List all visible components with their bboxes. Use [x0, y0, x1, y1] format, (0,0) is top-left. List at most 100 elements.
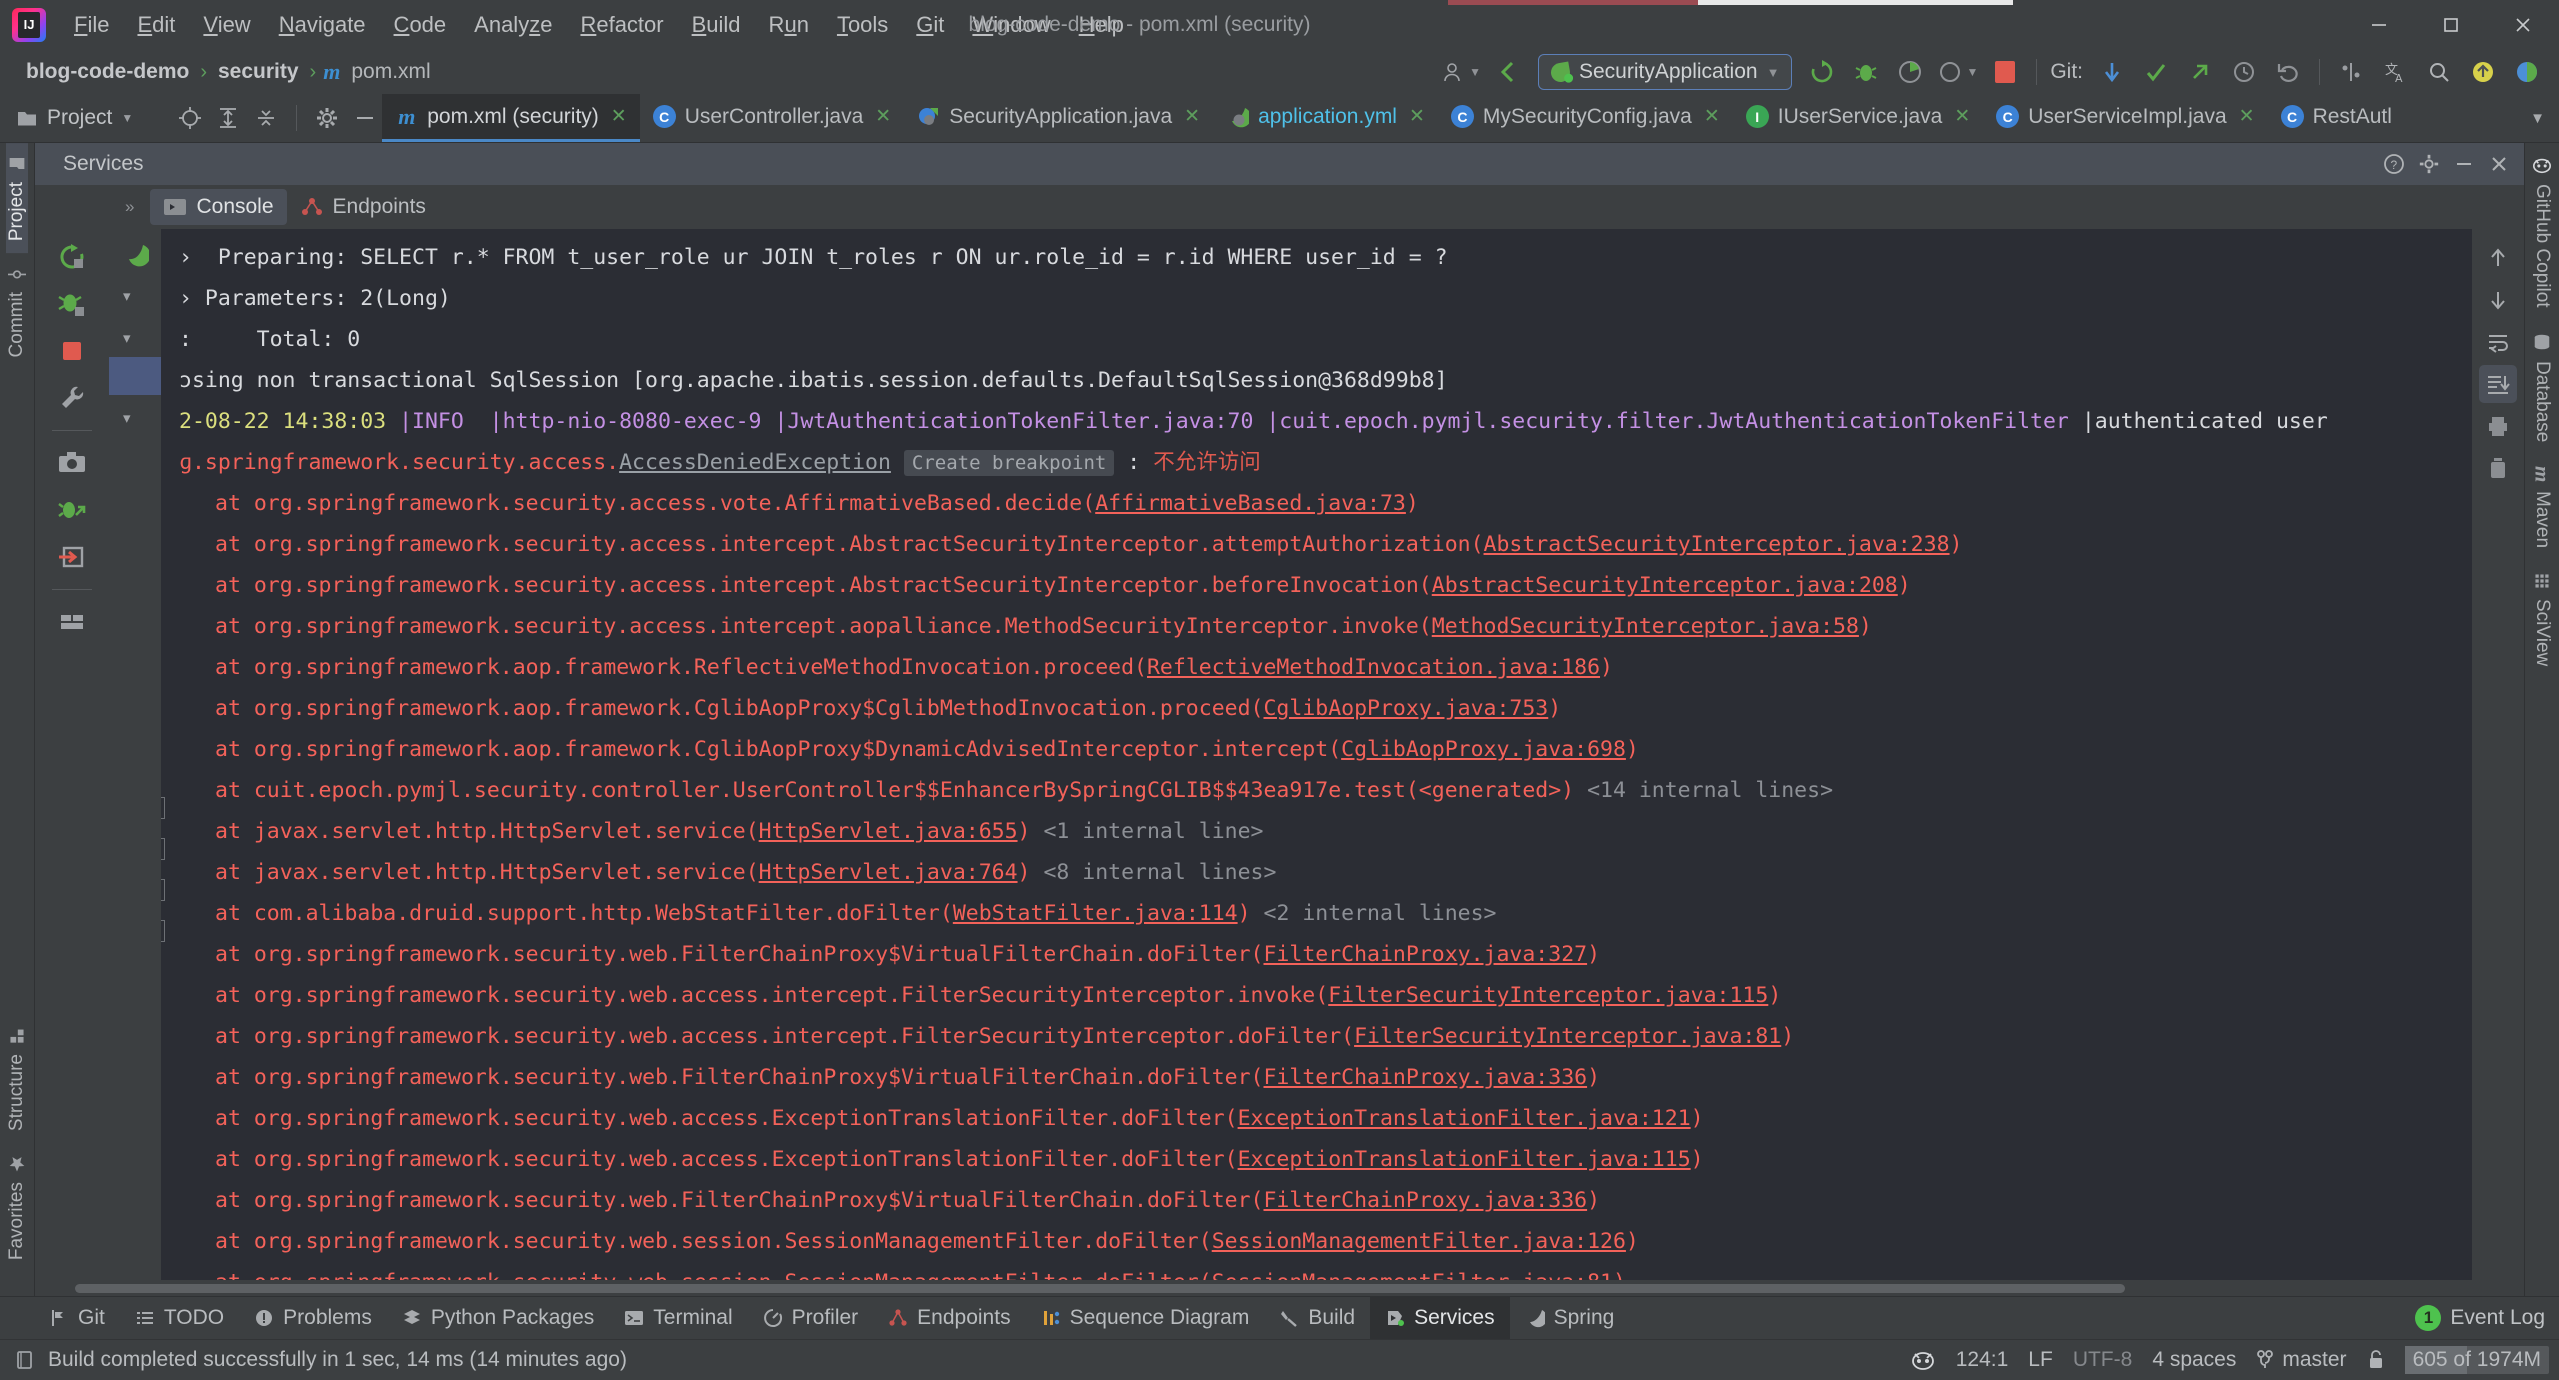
bottom-tab-python-packages[interactable]: Python Packages: [387, 1297, 609, 1339]
fold-expand-icon[interactable]: +: [161, 797, 165, 819]
menu-item-help[interactable]: Help: [1065, 8, 1138, 42]
console-span[interactable]: FilterChainProxy.java:336: [1263, 1188, 1587, 1213]
tree-chevron-icon[interactable]: ▾: [123, 409, 131, 427]
user-avatar-icon[interactable]: ▼: [1437, 54, 1486, 90]
git-rollback-icon[interactable]: [2266, 54, 2310, 90]
stop-button[interactable]: [1983, 54, 2027, 90]
profile-button[interactable]: ▼: [1932, 54, 1983, 90]
close-icon[interactable]: ✕: [611, 105, 627, 128]
close-icon[interactable]: ✕: [1704, 105, 1720, 128]
close-icon[interactable]: ✕: [2239, 105, 2255, 128]
scroll-up-icon[interactable]: [2479, 239, 2517, 277]
menu-item-window[interactable]: Window: [958, 8, 1064, 42]
camera-icon[interactable]: [50, 441, 94, 485]
rerun-icon[interactable]: [50, 235, 94, 279]
console-output-area[interactable]: › Preparing: SELECT r.* FROM t_user_role…: [161, 229, 2472, 1280]
console-span[interactable]: FilterChainProxy.java:327: [1263, 942, 1587, 967]
editor-tab-usercontroller-java[interactable]: C UserController.java ✕: [640, 94, 905, 142]
close-tool-window-icon[interactable]: [2484, 149, 2514, 179]
project-tool-window-button[interactable]: Project ▼: [0, 94, 147, 142]
editor-tab-securityapplication-java[interactable]: SecurityApplication.java ✕: [904, 94, 1213, 142]
menu-item-tools[interactable]: Tools: [823, 8, 902, 42]
sidebar-item-commit[interactable]: Commit: [6, 253, 28, 369]
sidebar-item-sciview[interactable]: SciView: [2531, 560, 2553, 678]
gear-icon[interactable]: [310, 101, 344, 135]
tab-console[interactable]: Console: [150, 189, 287, 225]
git-branch-widget[interactable]: master: [2256, 1348, 2347, 1372]
gear-icon[interactable]: [2505, 54, 2549, 90]
sidebar-item-project[interactable]: Project: [6, 143, 28, 254]
menu-item-analyze[interactable]: Analyze: [460, 8, 566, 42]
console-span[interactable]: AffirmativeBased.java:73: [1095, 491, 1406, 516]
breadcrumb-project[interactable]: blog-code-demo: [22, 58, 193, 86]
breadcrumb-file[interactable]: pom.xml: [347, 58, 434, 86]
menu-item-navigate[interactable]: Navigate: [265, 8, 380, 42]
bottom-tab-todo[interactable]: TODO: [120, 1297, 239, 1339]
bottom-tab-endpoints[interactable]: Endpoints: [873, 1297, 1025, 1339]
close-icon[interactable]: ✕: [1954, 105, 1970, 128]
scroll-to-end-icon[interactable]: [2479, 365, 2517, 403]
gear-icon[interactable]: [2414, 149, 2444, 179]
sidebar-item-maven[interactable]: m Maven: [2530, 454, 2555, 560]
search-everywhere-arrow-icon[interactable]: [1486, 54, 1530, 90]
menu-item-code[interactable]: Code: [380, 8, 461, 42]
console-span[interactable]: AccessDeniedException: [619, 450, 891, 475]
help-icon[interactable]: ?: [2379, 149, 2409, 179]
bottom-tab-problems[interactable]: Problems: [239, 1297, 387, 1339]
git-branches-icon[interactable]: [2329, 54, 2373, 90]
menu-item-git[interactable]: Git: [902, 8, 958, 42]
collapse-all-icon[interactable]: [249, 101, 283, 135]
search-icon[interactable]: [2417, 54, 2461, 90]
git-commit-icon[interactable]: [2134, 54, 2178, 90]
bottom-tab-profiler[interactable]: Profiler: [748, 1297, 874, 1339]
git-history-icon[interactable]: [2222, 54, 2266, 90]
fold-expand-icon[interactable]: +: [161, 920, 165, 942]
rerun-debug-icon[interactable]: [50, 282, 94, 326]
maximize-button[interactable]: [2415, 0, 2487, 50]
console-span[interactable]: AbstractSecurityInterceptor.java:238: [1484, 532, 1950, 557]
debug-button[interactable]: [1844, 54, 1888, 90]
console-span[interactable]: AbstractSecurityInterceptor.java:208: [1432, 573, 1898, 598]
tab-overflow-chevron-icon[interactable]: ▼: [2516, 94, 2559, 142]
breadcrumb-module[interactable]: security: [214, 58, 303, 86]
update-available-icon[interactable]: [2461, 54, 2505, 90]
login-icon[interactable]: [50, 535, 94, 579]
console-span[interactable]: Create breakpoint: [903, 450, 1115, 476]
run-with-coverage-button[interactable]: [1888, 54, 1932, 90]
menu-item-run[interactable]: Run: [755, 8, 823, 42]
bottom-tab-build[interactable]: Build: [1264, 1297, 1370, 1339]
minimize-tool-window-icon[interactable]: [2449, 149, 2479, 179]
bottom-tab-sequence-diagram[interactable]: Sequence Diagram: [1026, 1297, 1265, 1339]
stop-icon[interactable]: [50, 329, 94, 373]
git-push-icon[interactable]: [2178, 54, 2222, 90]
sidebar-item-database[interactable]: Database: [2531, 320, 2553, 454]
copilot-status-icon[interactable]: [1910, 1348, 1936, 1372]
memory-indicator[interactable]: 605 of 1974M: [2404, 1346, 2549, 1374]
rerun-button[interactable]: [1800, 54, 1844, 90]
console-span[interactable]: ExceptionTranslationFilter.java:115: [1238, 1147, 1691, 1172]
console-span[interactable]: SessionManagementFilter.java:126: [1212, 1229, 1626, 1254]
bottom-tab-services[interactable]: Services: [1370, 1297, 1510, 1339]
console-span[interactable]: FilterSecurityInterceptor.java:115: [1328, 983, 1768, 1008]
clear-all-icon[interactable]: [2479, 449, 2517, 487]
console-span[interactable]: CglibAopProxy.java:753: [1263, 696, 1548, 721]
sidebar-item-favorites[interactable]: Favorites: [6, 1143, 28, 1272]
bottom-tab-git[interactable]: Git: [34, 1297, 120, 1339]
console-span[interactable]: SessionManagementFilter.java:81: [1212, 1270, 1613, 1280]
editor-tab-application-yml[interactable]: application.yml ✕: [1213, 94, 1438, 142]
file-encoding[interactable]: UTF-8: [2073, 1348, 2133, 1372]
menu-item-build[interactable]: Build: [678, 8, 755, 42]
minimize-button[interactable]: [2343, 0, 2415, 50]
close-icon[interactable]: ✕: [1184, 105, 1200, 128]
sidebar-item-github-copilot[interactable]: GitHub Copilot: [2531, 143, 2553, 320]
selected-tree-node[interactable]: [109, 357, 161, 395]
event-log-button[interactable]: 1 Event Log: [2415, 1305, 2545, 1331]
menu-item-view[interactable]: View: [189, 8, 264, 42]
editor-tab-mysecurityconfig-java[interactable]: C MySecurityConfig.java ✕: [1438, 94, 1733, 142]
lock-icon[interactable]: [2367, 1349, 2385, 1371]
indent-setting[interactable]: 4 spaces: [2152, 1348, 2236, 1372]
layout-icon[interactable]: [50, 600, 94, 644]
expand-all-icon[interactable]: [211, 101, 245, 135]
console-span[interactable]: WebStatFilter.java:114: [953, 901, 1238, 926]
editor-tab-pom-xml-security[interactable]: m pom.xml (security) ✕: [382, 94, 640, 142]
